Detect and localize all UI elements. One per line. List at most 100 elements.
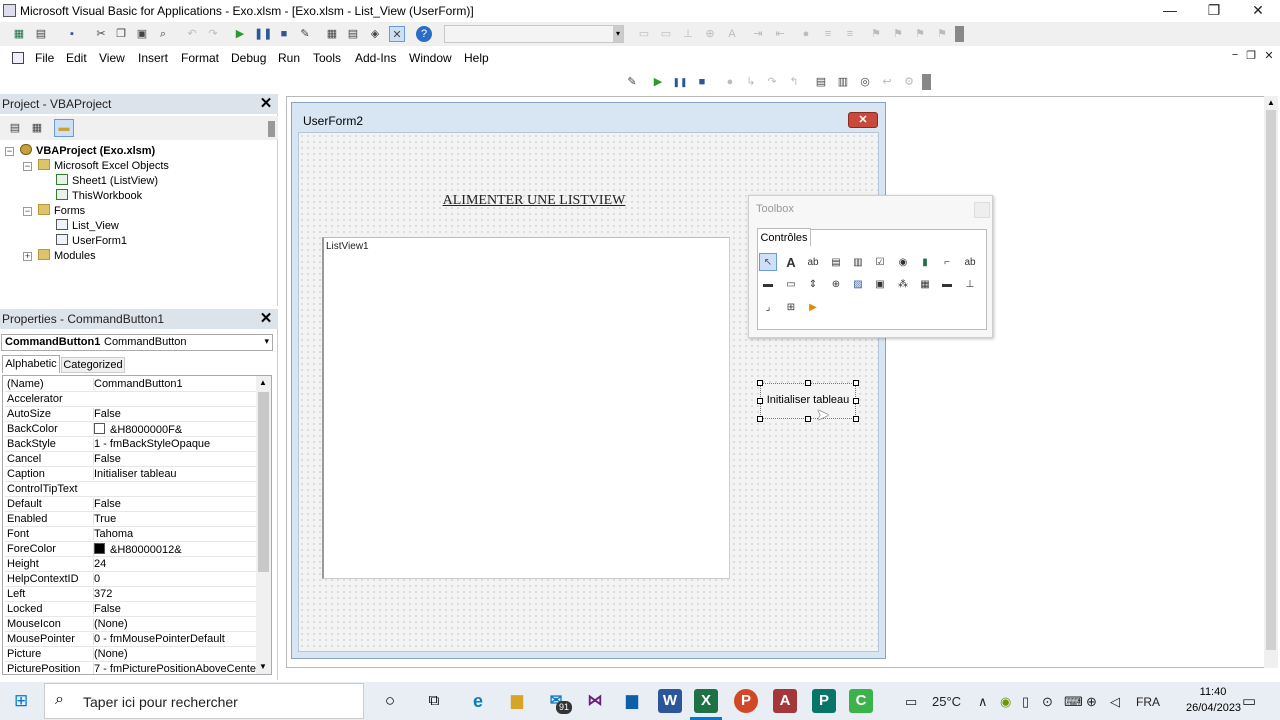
menu-run[interactable]: Run: [278, 51, 300, 65]
property-value[interactable]: False: [93, 453, 121, 465]
view-excel-icon[interactable]: ▦: [11, 26, 27, 42]
resize-handle[interactable]: [853, 380, 859, 386]
watch-window-icon[interactable]: ◎: [857, 74, 873, 90]
menu-tools[interactable]: Tools: [313, 51, 341, 65]
break-icon[interactable]: ❚❚: [672, 74, 688, 90]
property-row[interactable]: Font Tahoma: [5, 527, 259, 542]
cut-icon[interactable]: ✂: [93, 26, 109, 42]
language-indicator[interactable]: FRA: [1136, 695, 1160, 709]
clock-time[interactable]: 11:40: [1186, 686, 1240, 698]
property-row[interactable]: Picture (None): [5, 647, 259, 662]
tab-categorized[interactable]: Categorized: [61, 357, 125, 373]
toolbox-toggle-icon[interactable]: ✕: [389, 26, 405, 42]
help-icon[interactable]: ?: [416, 26, 432, 42]
property-value[interactable]: &H8000000F&: [93, 423, 182, 436]
property-value[interactable]: (None): [93, 648, 128, 660]
call-stack-icon[interactable]: ⚙: [901, 74, 917, 90]
edge-icon[interactable]: e: [466, 689, 490, 713]
property-row[interactable]: Locked False: [5, 602, 259, 617]
outdent-icon[interactable]: ⇤: [772, 26, 788, 42]
listview-control-icon[interactable]: ⁂: [894, 275, 912, 293]
locals-window-icon[interactable]: ▤: [813, 74, 829, 90]
indent-icon[interactable]: ⇥: [750, 26, 766, 42]
property-row[interactable]: Height 24: [5, 557, 259, 572]
property-row[interactable]: Enabled True: [5, 512, 259, 527]
collapse-toggle-icon[interactable]: −: [5, 147, 14, 156]
property-row[interactable]: Accelerator: [5, 392, 259, 407]
menu-edit[interactable]: Edit: [66, 51, 87, 65]
run-icon[interactable]: ▶: [650, 74, 666, 90]
property-row[interactable]: PicturePosition 7 - fmPicturePositionAbov…: [5, 662, 260, 674]
resize-handle[interactable]: [853, 416, 859, 422]
optionbutton-control-icon[interactable]: ◉: [894, 253, 912, 271]
property-row[interactable]: Caption Initialiser tableau: [5, 467, 259, 482]
property-value[interactable]: Initialiser tableau: [93, 468, 177, 480]
resize-handle[interactable]: [757, 398, 763, 404]
label-control-icon[interactable]: A: [782, 253, 800, 271]
bring-to-front-icon[interactable]: ▭: [636, 26, 652, 42]
design-mode-icon[interactable]: ✎: [297, 26, 313, 42]
textbox-control-icon[interactable]: ab: [804, 253, 822, 271]
scroll-up-icon[interactable]: ▲: [1267, 98, 1275, 107]
property-row[interactable]: (Name) CommandButton1: [5, 377, 259, 392]
property-value[interactable]: True: [93, 513, 116, 525]
uncomment-block-icon[interactable]: ≡: [842, 26, 858, 42]
toggle-folders-icon[interactable]: ▬: [54, 119, 74, 137]
weather-icon[interactable]: ▭: [905, 694, 917, 710]
treeview-control-icon[interactable]: ⊞: [782, 298, 800, 316]
immediate-window-icon[interactable]: ▥: [835, 74, 851, 90]
resize-handle[interactable]: [853, 398, 859, 404]
usb-icon[interactable]: ▯: [1022, 694, 1029, 710]
property-row[interactable]: Left 372: [5, 587, 259, 602]
property-value[interactable]: False: [93, 603, 121, 615]
cortana-icon[interactable]: ○: [378, 689, 402, 713]
resize-handle[interactable]: [757, 380, 763, 386]
restore-button[interactable]: ❐: [1192, 0, 1236, 22]
property-value[interactable]: 372: [93, 588, 112, 600]
object-browser-icon[interactable]: ◈: [367, 26, 383, 42]
property-row[interactable]: MouseIcon (None): [5, 617, 259, 632]
property-value[interactable]: &H80000012&: [93, 543, 182, 556]
design-mode-icon[interactable]: ✎: [624, 74, 640, 90]
green-app-icon[interactable]: C: [849, 689, 873, 713]
properties-scrollbar[interactable]: ▲ ▼: [256, 376, 271, 674]
quick-watch-icon[interactable]: ↩: [879, 74, 895, 90]
powerpoint-icon[interactable]: P: [734, 689, 758, 713]
toolbar-overflow-icon[interactable]: [922, 74, 931, 90]
menu-insert[interactable]: Insert: [138, 51, 168, 65]
tabstrip-control-icon[interactable]: ▬: [759, 275, 777, 293]
listview-control[interactable]: ListView1: [322, 237, 730, 579]
taskbar-search-box[interactable]: ⌕ Taper ici pour rechercher: [44, 683, 364, 719]
close-icon[interactable]: ✕: [258, 96, 274, 112]
property-row[interactable]: BackColor &H8000000F&: [5, 422, 259, 437]
resize-handle[interactable]: [757, 416, 763, 422]
property-row[interactable]: HelpContextID 0: [5, 572, 259, 587]
procedure-combo[interactable]: ▾: [444, 25, 624, 43]
bookmark-icon[interactable]: ⚑: [868, 26, 884, 42]
close-icon[interactable]: [974, 202, 990, 218]
menu-add-ins[interactable]: Add-Ins: [355, 51, 396, 65]
property-row[interactable]: AutoSize False: [5, 407, 259, 422]
access-icon[interactable]: A: [773, 689, 797, 713]
step-into-icon[interactable]: ↳: [743, 74, 759, 90]
property-row[interactable]: Default False: [5, 497, 259, 512]
toolbar-overflow-icon[interactable]: [955, 26, 964, 42]
property-value[interactable]: 24: [93, 558, 106, 570]
close-icon[interactable]: ✕: [258, 311, 274, 327]
tab-controles[interactable]: Contrôles: [757, 228, 811, 246]
word-icon[interactable]: W: [658, 689, 682, 713]
tree-item-list-view[interactable]: List_View: [56, 219, 119, 234]
tray-app-icon[interactable]: ◉: [1000, 694, 1011, 710]
menu-window[interactable]: Window: [409, 51, 452, 65]
copy-icon[interactable]: ❐: [113, 26, 129, 42]
insert-userform-icon[interactable]: ▤: [33, 26, 49, 42]
form-heading-label[interactable]: ALIMENTER UNE LISTVIEW: [299, 193, 769, 209]
mdi-close-icon[interactable]: ✕: [1262, 49, 1276, 63]
statusbar-control-icon[interactable]: ⌟: [759, 298, 777, 316]
tree-item-userform1[interactable]: UserForm1: [56, 234, 127, 249]
undo-icon[interactable]: ↶: [184, 26, 200, 42]
next-bookmark-icon[interactable]: ⚑: [890, 26, 906, 42]
toggle-breakpoint-icon[interactable]: ●: [722, 74, 738, 90]
reset-icon[interactable]: ■: [276, 26, 292, 42]
menu-view[interactable]: View: [99, 51, 125, 65]
